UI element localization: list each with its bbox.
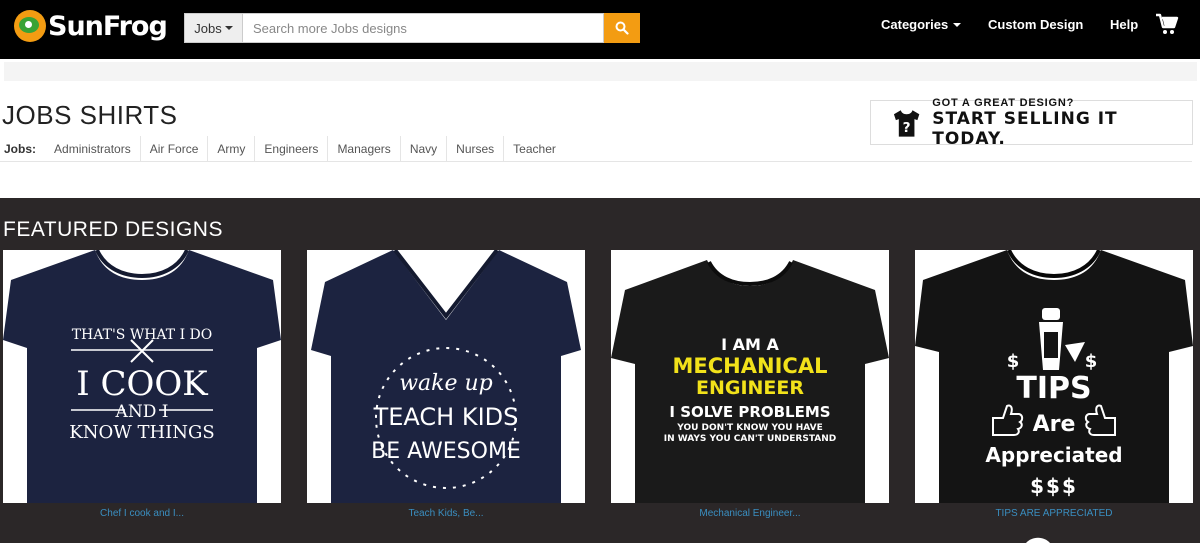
svg-text:Are: Are — [1033, 412, 1076, 437]
search-icon — [615, 21, 629, 35]
brand-name: SunFrog — [48, 10, 168, 42]
nav-custom-design[interactable]: Custom Design — [988, 0, 1083, 49]
product-card-title[interactable]: Teach Kids, Be... — [307, 508, 585, 519]
svg-text:YOU DON'T KNOW YOU HAVE: YOU DON'T KNOW YOU HAVE — [676, 423, 822, 433]
start-selling-banner[interactable]: ? GOT A GREAT DESIGN? START SELLING IT T… — [870, 97, 1193, 149]
nav-categories-label: Categories — [881, 17, 949, 32]
frog-logo-icon — [14, 10, 46, 42]
subcategory-administrators[interactable]: Administrators — [45, 136, 140, 162]
product-card-teach-kids[interactable]: wake up TEACH KIDS BE AWESOME — [307, 250, 585, 503]
svg-text:wake up: wake up — [399, 371, 493, 396]
subcategory-teacher[interactable]: Teacher — [503, 135, 565, 162]
caret-down-icon — [224, 26, 233, 30]
svg-text:I AM A: I AM A — [721, 335, 779, 354]
svg-text:KNOW THINGS: KNOW THINGS — [69, 422, 214, 443]
tshirt-image-teach-kids: wake up TEACH KIDS BE AWESOME — [311, 250, 581, 503]
subcategory-engineers[interactable]: Engineers — [254, 135, 327, 162]
top-navbar: SunFrog Jobs Categories Custom Design He… — [0, 0, 1200, 59]
shopping-cart-icon[interactable] — [1155, 12, 1179, 36]
tshirt-image-tips: $ $ TIPS Are Appreciated $$$ — [915, 250, 1193, 503]
product-card-title[interactable]: TIPS ARE APPRECIATED — [915, 508, 1193, 519]
nav-help[interactable]: Help — [1110, 0, 1138, 49]
nav-categories[interactable]: Categories — [881, 0, 962, 49]
nav-custom-design-label: Custom Design — [988, 17, 1084, 32]
ad-strip — [4, 62, 1197, 81]
svg-text:TIPS: TIPS — [1016, 371, 1091, 406]
promo-big-text: START SELLING IT TODAY. — [932, 108, 1118, 149]
svg-text:$: $ — [1085, 351, 1098, 372]
sunfrog-logo[interactable]: SunFrog — [14, 8, 168, 44]
scroll-up-icon[interactable] — [1026, 535, 1050, 543]
subcategory-navy[interactable]: Navy — [399, 135, 446, 162]
start-selling-text: GOT A GREAT DESIGN? START SELLING IT TOD… — [932, 97, 1192, 149]
product-card-title[interactable]: Mechanical Engineer... — [611, 508, 889, 519]
product-card-tips[interactable]: $ $ TIPS Are Appreciated $$$ — [915, 250, 1193, 503]
product-card-chef[interactable]: THAT'S WHAT I DO I COOK AND I KNOW THING… — [3, 250, 281, 503]
tshirt-image-chef: THAT'S WHAT I DO I COOK AND I KNOW THING… — [3, 250, 281, 503]
svg-text:THAT'S WHAT I DO: THAT'S WHAT I DO — [72, 327, 213, 343]
subcategory-nurses[interactable]: Nurses — [446, 135, 503, 162]
promo-small-text: GOT A GREAT DESIGN? — [932, 96, 1075, 109]
search-input[interactable] — [243, 13, 604, 43]
svg-text:ENGINEER: ENGINEER — [696, 377, 804, 399]
subcategory-managers[interactable]: Managers — [327, 135, 399, 162]
page-title: JOBS SHIRTS — [2, 100, 178, 130]
svg-text:?: ? — [903, 119, 911, 135]
tshirt-image-mechanical-engineer: I AM A MECHANICAL ENGINEER I SOLVE PROBL… — [611, 260, 889, 503]
svg-text:IN WAYS YOU CAN'T UNDERSTAND: IN WAYS YOU CAN'T UNDERSTAND — [664, 434, 836, 444]
nav-help-label: Help — [1110, 17, 1139, 32]
tshirt-question-icon: ? — [893, 109, 920, 137]
subcategory-air-force[interactable]: Air Force — [139, 135, 208, 162]
svg-text:I COOK: I COOK — [76, 364, 208, 404]
product-card-mechanical-engineer[interactable]: I AM A MECHANICAL ENGINEER I SOLVE PROBL… — [611, 250, 889, 503]
featured-title: FEATURED DESIGNS — [3, 218, 223, 241]
search-category-label: Jobs — [194, 20, 222, 36]
svg-text:BE AWESOME: BE AWESOME — [371, 439, 521, 464]
search-category-dropdown[interactable]: Jobs — [184, 13, 243, 43]
subcategory-label: Jobs: — [4, 141, 37, 156]
svg-text:I SOLVE PROBLEMS: I SOLVE PROBLEMS — [669, 403, 830, 421]
svg-text:Appreciated: Appreciated — [985, 443, 1122, 467]
product-card-title[interactable]: Chef I cook and I... — [3, 508, 281, 519]
search-bar: Jobs — [184, 13, 640, 43]
search-button[interactable] — [604, 13, 640, 43]
caret-down-icon — [953, 22, 962, 27]
subcategory-army[interactable]: Army — [207, 135, 254, 162]
svg-text:$: $ — [1007, 351, 1020, 372]
svg-text:AND I: AND I — [115, 402, 169, 422]
svg-text:$$$: $$$ — [1030, 474, 1078, 498]
svg-text:TEACH KIDS: TEACH KIDS — [373, 403, 519, 431]
svg-text:MECHANICAL: MECHANICAL — [673, 354, 828, 378]
